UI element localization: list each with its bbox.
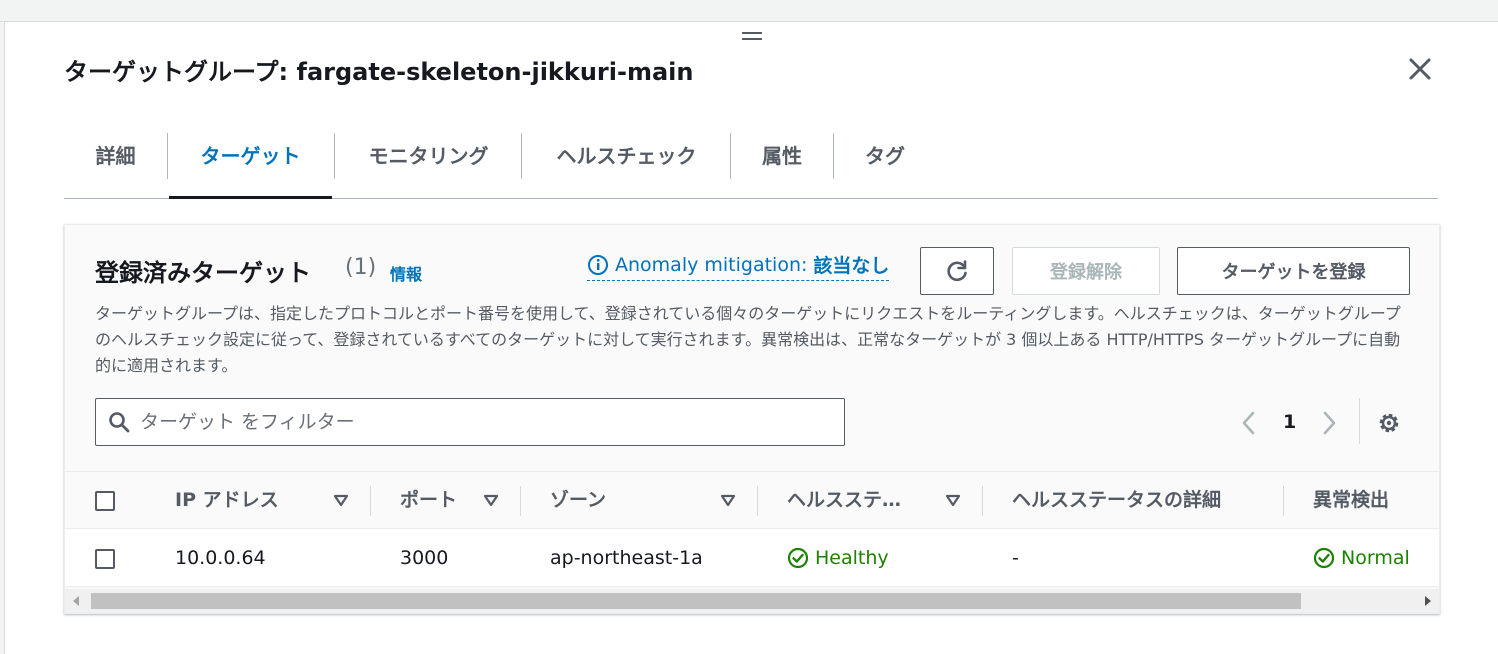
register-targets-button[interactable]: ターゲットを登録 [1177,247,1410,295]
tab-health-checks[interactable]: ヘルスチェック [523,130,730,198]
pagination-divider [1359,398,1360,444]
column-header-zone[interactable]: ゾーン [550,472,606,530]
table-header: IP アドレス ポート ゾーン ヘルスステ… ヘルスステータスの詳細 異常検出 [65,471,1439,530]
horizontal-scrollbar[interactable] [65,589,1439,613]
tab-monitoring[interactable]: モニタリング [336,130,521,198]
column-header-port[interactable]: ポート [400,472,457,530]
column-header-health-detail[interactable]: ヘルスステータスの詳細 [1012,472,1221,530]
cell-ip: 10.0.0.64 [175,547,266,569]
close-icon [1409,58,1431,80]
column-resizer[interactable] [982,486,983,516]
status-ok-icon [787,547,809,569]
column-header-ip[interactable]: IP アドレス [175,472,279,530]
column-header-health-status[interactable]: ヘルスステ… [787,472,901,530]
sort-icon[interactable] [945,494,961,508]
page-number-button[interactable]: 1 [1283,411,1296,433]
tab-divider [730,133,731,179]
scrollbar-thumb[interactable] [91,593,1301,609]
search-icon [109,412,130,433]
health-status-label: Healthy [815,547,889,569]
tab-list: 詳細 ターゲット モニタリング ヘルスチェック 属性 タグ [64,130,1438,199]
cell-health-status: Healthy [787,529,889,587]
chevron-right-icon[interactable] [1319,408,1339,438]
column-resizer[interactable] [1283,486,1284,516]
panel-resize-handle[interactable] [742,32,762,42]
sort-icon[interactable] [483,494,499,508]
column-resizer[interactable] [370,486,371,516]
page-title: ターゲットグループ: fargate-skeleton-jikkuri-main [64,58,694,86]
tab-tags[interactable]: タグ [835,130,935,198]
anomaly-value: 該当なし [813,255,890,277]
sort-icon[interactable] [333,494,349,508]
refresh-button[interactable] [920,247,994,295]
tab-details[interactable]: 詳細 [64,130,167,198]
chevron-left-icon[interactable] [1239,408,1259,438]
status-ok-icon [1313,547,1335,569]
cell-port: 3000 [400,547,449,569]
deregister-button[interactable]: 登録解除 [1012,247,1160,295]
cell-zone: ap-northeast-1a [550,547,703,569]
column-resizer[interactable] [757,486,758,516]
tab-divider [334,133,335,179]
refresh-icon [947,260,967,282]
info-link[interactable]: 情報 [390,261,422,285]
gear-icon[interactable] [1376,410,1402,436]
tab-divider [833,133,834,179]
tab-divider [167,133,168,179]
close-button[interactable] [1404,56,1436,84]
targets-table: IP アドレス ポート ゾーン ヘルスステ… ヘルスステータスの詳細 異常検出 … [65,471,1439,587]
target-count: (1) [345,255,377,280]
registered-targets-container: 登録済みターゲット (1) 情報 Anomaly mitigation: 該当な… [64,224,1440,614]
select-all-checkbox[interactable] [95,491,115,511]
pagination: 1 [1229,398,1409,444]
tab-divider [521,133,522,179]
cell-health-detail: - [1012,547,1019,569]
anomaly-mitigation-popover[interactable]: Anomaly mitigation: 該当なし [587,251,890,281]
tab-attributes[interactable]: 属性 [732,130,832,198]
container-title: 登録済みターゲット [95,259,311,287]
top-bar [0,0,1498,22]
scroll-right-arrow-icon[interactable] [1425,596,1431,606]
filter-box[interactable] [95,398,845,446]
row-checkbox[interactable] [95,549,115,569]
sort-icon[interactable] [720,494,736,508]
column-resizer[interactable] [520,486,521,516]
tab-targets[interactable]: ターゲット [169,130,332,199]
anomaly-status-label: Normal [1341,547,1410,569]
filter-input[interactable] [140,411,820,433]
table-row[interactable]: 10.0.0.64 3000 ap-northeast-1a Healthy -… [65,529,1439,587]
info-icon [588,254,608,275]
column-header-anomaly-detection[interactable]: 異常検出 [1313,472,1389,530]
anomaly-label: Anomaly mitigation: [615,253,808,276]
cell-anomaly-detection: Normal [1313,529,1410,587]
scroll-left-arrow-icon[interactable] [73,596,79,606]
container-description: ターゲットグループは、指定したプロトコルとポート番号を使用して、登録されている個… [95,304,1401,375]
